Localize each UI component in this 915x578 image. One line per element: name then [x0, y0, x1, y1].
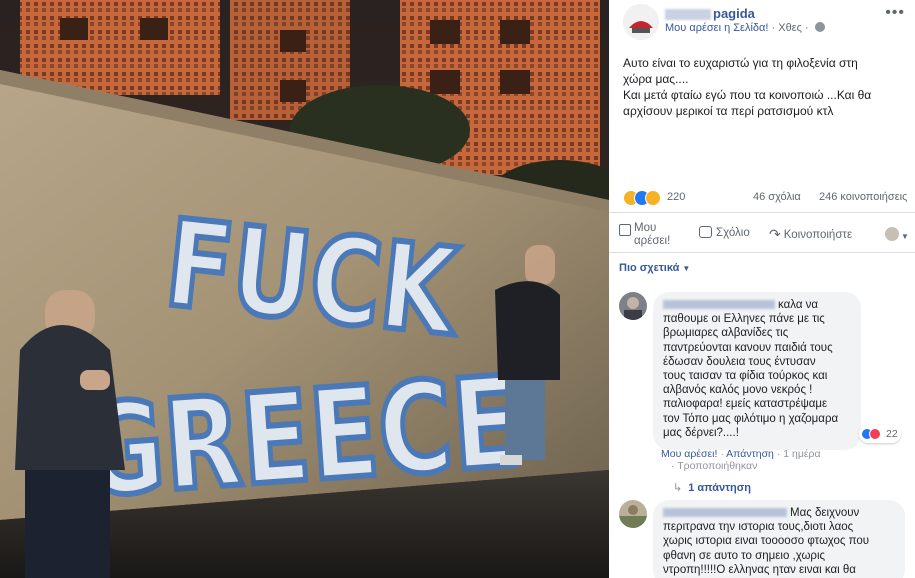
comment-line: βρωμιαρες αλβανίδες τις — [663, 327, 789, 340]
like-button-label: Μου αρέσει! — [634, 222, 671, 247]
post-text-line: αρχίσουν μερικοί τα περί ρατσισμού κτλ — [623, 104, 834, 118]
comment-edited-label: · Τροποποιήθηκαν — [671, 460, 757, 472]
comment-line: αλβανός καλός μονο νεκρός ! — [663, 384, 813, 397]
replies-count-label: 1 απάντηση — [688, 482, 752, 494]
thumb-icon — [619, 224, 631, 236]
comment-like-link[interactable]: Μου αρέσει! — [661, 448, 717, 460]
blurred-name-prefix — [665, 9, 711, 21]
commenter-avatar[interactable] — [619, 500, 647, 528]
comment-time[interactable]: 1 ημέρα — [783, 448, 820, 460]
commenter-avatar[interactable] — [619, 292, 647, 320]
comment-edited-text[interactable]: Τροποποιήθηκαν — [677, 460, 757, 472]
user-avatar-icon — [885, 227, 899, 241]
share-button[interactable]: ↷ Κοινοποιήστε — [769, 226, 852, 243]
page-name-text: pagida — [713, 6, 755, 21]
comment-bubble: καλα να παθουμε οι Ελληνες πάνε με τις β… — [653, 292, 861, 450]
comment-bubble: Μας δειχνουν περιτρανα την ιστορια τους,… — [653, 500, 905, 578]
comment-line: καλα να — [778, 299, 819, 311]
divider — [609, 252, 915, 253]
sad-reaction-icon[interactable] — [645, 190, 661, 206]
comments-filter-label: Πιο σχετικά — [619, 262, 680, 274]
comment-line: έδωσαν δουλεια τους έντυσαν — [663, 355, 816, 368]
comment-line: τον Τόπο μας φιλότιμο η χαζομαρα — [663, 412, 839, 425]
post-header: pagida Μου αρέσει η Σελίδα! · Χθες · ••• — [609, 0, 915, 46]
comment-line: περιτρανα την ιστορια τους,διοτι λαος — [663, 521, 854, 534]
post-as-selector[interactable]: ▼ — [885, 227, 909, 241]
divider — [609, 212, 915, 213]
globe-icon — [814, 22, 825, 32]
graffiti-text-bottom: GREECE — [77, 350, 526, 525]
post-text-line: Αυτο είναι το ευχαριστώ για τη φιλοξενία… — [623, 56, 858, 70]
comment-line: παλιοφαρα! εμείς καταστρέψαμε — [663, 398, 828, 411]
post-text-line: χώρα μας.... — [623, 72, 689, 86]
comment-reply-link[interactable]: Απάντηση — [726, 448, 774, 460]
comment-reactions[interactable]: 22 — [859, 425, 901, 443]
share-icon: ↷ — [769, 226, 781, 242]
view-replies-link[interactable]: ↳ 1 απάντηση — [673, 481, 751, 494]
chevron-down-icon: ▼ — [901, 232, 909, 241]
reply-arrow-icon: ↳ — [673, 482, 683, 494]
comment-line: παντρεύονται κανουν παιδιά τους — [663, 341, 833, 354]
comment-line: τους ταισαν τα φίδια τούρκος και — [663, 370, 828, 383]
post-stats: 220 46 σχόλια 246 κοινοποιήσεις — [623, 190, 911, 206]
comment-actions: Μου αρέσει! · Απάντηση · 1 ημέρα — [661, 448, 821, 460]
share-button-label: Κοινοποιήστε — [783, 229, 853, 241]
post-meta: Μου αρέσει η Σελίδα! · Χθες · — [665, 22, 825, 34]
meta-separator: · — [804, 22, 812, 34]
post-text: Αυτο είναι το ευχαριστώ για τη φιλοξενία… — [623, 55, 909, 119]
comments-filter-dropdown[interactable]: Πιο σχετικά ▼ — [619, 262, 690, 274]
more-options-icon[interactable]: ••• — [885, 4, 905, 22]
comment-item: Μας δειχνουν περιτρανα την ιστορια τους,… — [619, 500, 915, 578]
comments-count[interactable]: 46 σχόλια — [753, 191, 801, 203]
page-avatar-icon[interactable] — [623, 4, 659, 40]
post-actions: Μου αρέσει! Σχόλιο ↷ Κοινοποιήστε ▼ — [609, 218, 915, 252]
comment-line: χωρις ιστορια ειναι τοοοοσο φτωχος που — [663, 535, 870, 548]
blurred-commenter-name[interactable] — [663, 300, 775, 310]
comment-line: φθανη σε αυτο το σημειο ,χωρις — [663, 549, 826, 562]
post-sidebar: pagida Μου αρέσει η Σελίδα! · Χθες · •••… — [609, 0, 915, 578]
comment-icon — [699, 226, 712, 238]
comment-button[interactable]: Σχόλιο — [699, 226, 750, 239]
post-photo[interactable]: FUCK GREECE — [0, 0, 609, 578]
comment-line: Μας δειχνουν — [790, 507, 860, 519]
graffiti-photo-illustration: FUCK GREECE — [0, 0, 609, 578]
comment-button-label: Σχόλιο — [716, 227, 750, 239]
reactions-count[interactable]: 220 — [667, 191, 685, 203]
comment-reactions-count: 22 — [886, 428, 898, 440]
comment-line: παθουμε οι Ελληνες πάνε με τις — [663, 313, 825, 326]
shares-count[interactable]: 246 κοινοποιήσεις — [819, 191, 907, 203]
post-text-line: Και μετά φταίω εγώ που τα κοινοποιώ ...Κ… — [623, 88, 872, 102]
comment-line: μας δέρνει?....! — [663, 426, 739, 439]
comment-line: ντροπη!!!!!Ο ελληνας ηταν ειναι και θα — [663, 563, 856, 576]
page-liked-label[interactable]: Μου αρέσει η Σελίδα! — [665, 22, 768, 34]
page-name-link[interactable]: pagida — [665, 6, 755, 21]
love-reaction-icon — [869, 428, 881, 440]
comment-item: καλα να παθουμε οι Ελληνες πάνε με τις β… — [619, 292, 915, 494]
facebook-post-view: FUCK GREECE pagida Μου αρέσει η Σελίδα! … — [0, 0, 915, 578]
post-time[interactable]: Χθες — [778, 22, 802, 34]
chevron-down-icon: ▼ — [682, 264, 691, 273]
blurred-commenter-name[interactable] — [663, 508, 787, 518]
